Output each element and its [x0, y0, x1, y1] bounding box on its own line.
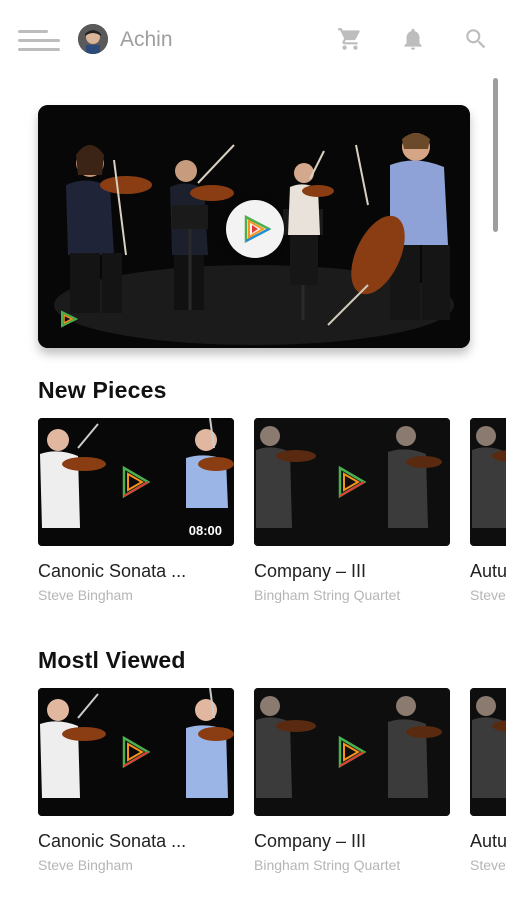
- bell-icon[interactable]: [400, 26, 426, 52]
- video-thumbnail[interactable]: [470, 688, 506, 816]
- video-thumbnail[interactable]: [38, 688, 234, 816]
- video-title: Autu: [470, 561, 506, 581]
- video-title: Autu: [470, 831, 506, 851]
- video-title: Canonic Sonata ...: [38, 831, 187, 851]
- video-artist: Bingham String Quartet: [254, 587, 401, 603]
- duration-badge: 08:00: [188, 523, 222, 538]
- video-card[interactable]: Company – III Bingham String Quartet: [254, 688, 450, 873]
- video-artist: Steve Bingham: [38, 587, 133, 603]
- video-title: Company – III: [254, 561, 367, 581]
- search-icon[interactable]: [463, 26, 489, 52]
- video-card[interactable]: Canonic Sonata ... Steve Bingham: [38, 688, 234, 873]
- user-name: Achin: [120, 28, 173, 51]
- hamburger-menu-icon[interactable]: [18, 28, 60, 52]
- video-artist: Steve: [470, 587, 506, 603]
- top-app-bar: Achin: [0, 0, 506, 80]
- video-title: Canonic Sonata ...: [38, 561, 187, 581]
- video-card[interactable]: Autu Steve: [470, 688, 506, 873]
- video-thumbnail[interactable]: [254, 688, 450, 816]
- avatar[interactable]: [78, 24, 108, 54]
- play-button[interactable]: [226, 200, 284, 258]
- play-icon: [244, 215, 271, 243]
- section-title-most-viewed: Mostl Viewed: [38, 647, 186, 673]
- video-title: Company – III: [254, 831, 367, 851]
- video-card[interactable]: Autu Steve: [470, 418, 506, 603]
- video-artist: Steve: [470, 857, 506, 873]
- video-artist: Steve Bingham: [38, 857, 133, 873]
- most-viewed-carousel[interactable]: Canonic Sonata ... Steve Bingham Company…: [38, 688, 506, 888]
- brand-logo-icon: [60, 310, 78, 328]
- video-thumbnail[interactable]: 08:00: [38, 418, 234, 546]
- video-card[interactable]: Company – III Bingham String Quartet: [254, 418, 450, 603]
- video-thumbnail[interactable]: [470, 418, 506, 546]
- video-artist: Bingham String Quartet: [254, 857, 401, 873]
- new-pieces-carousel[interactable]: 08:00 Canonic Sonata ... Steve Bingham C…: [38, 418, 506, 618]
- cart-icon[interactable]: [337, 26, 363, 52]
- video-thumbnail[interactable]: [254, 418, 450, 546]
- video-card[interactable]: 08:00 Canonic Sonata ... Steve Bingham: [38, 418, 234, 603]
- section-title-new-pieces: New Pieces: [38, 377, 167, 403]
- scrollbar[interactable]: [493, 78, 498, 232]
